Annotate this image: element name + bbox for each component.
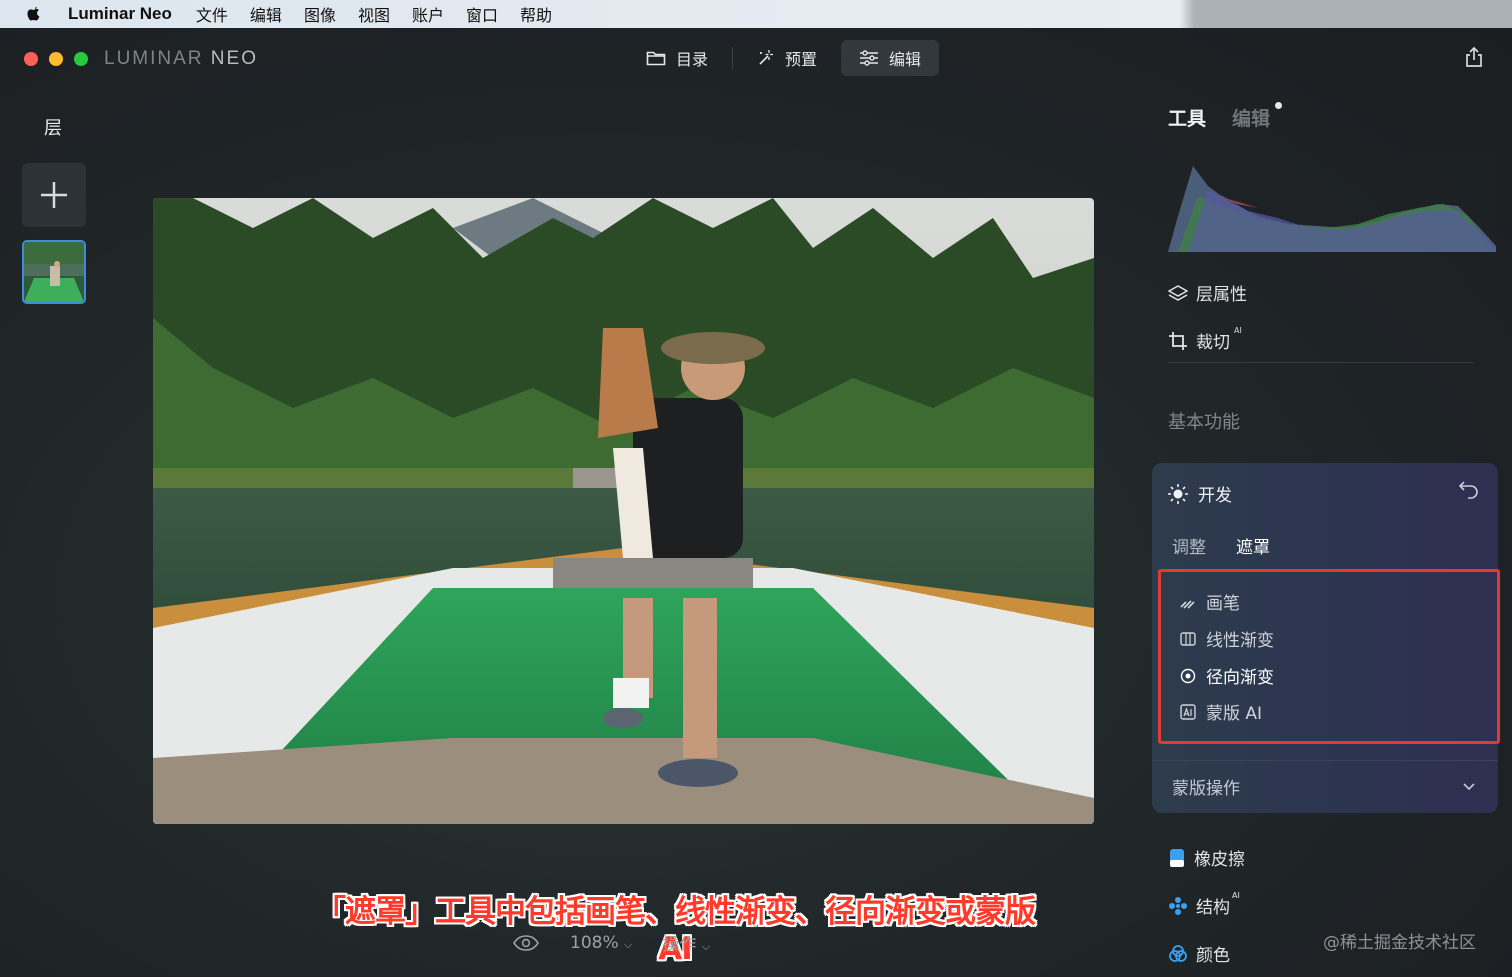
right-panel-tabs: 工具 编辑 bbox=[1168, 102, 1283, 131]
tool-color-label: 颜色 bbox=[1196, 946, 1230, 966]
histogram bbox=[1168, 156, 1496, 252]
tab-presets[interactable]: 预置 bbox=[739, 40, 835, 76]
layers-title: 层 bbox=[44, 118, 62, 139]
app-logo: LUMINAR NEO bbox=[104, 48, 258, 70]
watermark: @稀土掘金技术社区 bbox=[1323, 933, 1476, 953]
layer-thumbnail[interactable] bbox=[22, 240, 86, 304]
bottom-toolbar: 108% ⌵ 操作 ⌵ bbox=[512, 930, 710, 955]
tab-catalog-label: 目录 bbox=[676, 50, 709, 69]
menu-bar: Luminar Neo 文件 编辑 图像 视图 账户 窗口 帮助 bbox=[0, 0, 1512, 28]
chevron-down-icon bbox=[1463, 782, 1475, 790]
share-icon[interactable] bbox=[1464, 46, 1484, 68]
crop-ai-badge: AI bbox=[1234, 326, 1242, 335]
tab-presets-label: 预置 bbox=[785, 50, 818, 69]
plus-icon bbox=[41, 182, 67, 208]
zoom-value: 108% bbox=[570, 932, 619, 953]
photo-image bbox=[153, 198, 1094, 824]
menu-account[interactable]: 账户 bbox=[412, 2, 444, 26]
zoom-dropdown[interactable]: 108% ⌵ bbox=[570, 933, 632, 953]
tool-eraser[interactable]: 橡皮擦 bbox=[1168, 845, 1245, 870]
mask-radial-gradient-item[interactable]: 径向渐变 bbox=[1180, 663, 1274, 688]
crop-label: 裁切 bbox=[1196, 333, 1230, 353]
actions-dropdown[interactable]: 操作 ⌵ bbox=[662, 930, 710, 955]
menu-edit[interactable]: 编辑 bbox=[250, 2, 282, 26]
structure-ai-badge: AI bbox=[1232, 891, 1240, 900]
menu-app-name[interactable]: Luminar Neo bbox=[68, 4, 172, 24]
layer-thumbnail-image bbox=[24, 242, 84, 302]
layer-properties-item[interactable]: 层属性 bbox=[1168, 280, 1247, 305]
app-window: LUMINAR NEO 目录 预置 编辑 层 「遮罩」工具中包括画笔、线性渐变、… bbox=[0, 28, 1512, 977]
tab-edit-label: 编辑 bbox=[889, 50, 922, 69]
tool-eraser-label: 橡皮擦 bbox=[1194, 850, 1245, 870]
section-basic-title: 基本功能 bbox=[1168, 412, 1240, 433]
crop-item[interactable]: 裁切 AI bbox=[1168, 326, 1242, 353]
color-icon bbox=[1169, 944, 1187, 962]
chevron-down-icon: ⌵ bbox=[624, 937, 633, 951]
sliders-icon bbox=[860, 50, 879, 66]
logo-neo: NEO bbox=[210, 48, 258, 69]
mask-radial-gradient-label: 径向渐变 bbox=[1206, 668, 1274, 688]
mask-ai-icon bbox=[1180, 703, 1196, 720]
panel-divider bbox=[1168, 362, 1474, 363]
mask-linear-gradient-label: 线性渐变 bbox=[1206, 631, 1274, 651]
mask-operations-label: 蒙版操作 bbox=[1172, 779, 1240, 799]
menu-view[interactable]: 视图 bbox=[358, 2, 390, 26]
layer-properties-label: 层属性 bbox=[1196, 285, 1247, 305]
mask-ai-label: 蒙版 AI bbox=[1206, 704, 1263, 724]
edits-indicator-dot bbox=[1275, 102, 1283, 109]
close-window-button[interactable] bbox=[24, 52, 38, 66]
zoom-window-button[interactable] bbox=[74, 52, 88, 66]
radial-gradient-icon bbox=[1180, 668, 1196, 683]
tab-catalog[interactable]: 目录 bbox=[628, 40, 726, 76]
nav-divider bbox=[732, 47, 734, 69]
mask-brush-label: 画笔 bbox=[1206, 594, 1240, 614]
sparkle-icon bbox=[759, 50, 774, 65]
top-navigation: 目录 预置 编辑 bbox=[628, 40, 940, 76]
tab-edits-label: 编辑 bbox=[1232, 108, 1271, 130]
menu-image[interactable]: 图像 bbox=[304, 2, 336, 26]
tool-structure-label: 结构 bbox=[1196, 898, 1230, 918]
undo-icon[interactable] bbox=[1458, 479, 1480, 499]
actions-label: 操作 bbox=[662, 935, 697, 955]
sun-icon bbox=[1168, 483, 1188, 504]
tab-edit[interactable]: 编辑 bbox=[841, 40, 940, 76]
tab-tools[interactable]: 工具 bbox=[1168, 104, 1206, 131]
eraser-icon bbox=[1170, 848, 1184, 867]
develop-title: 开发 bbox=[1198, 486, 1232, 506]
tool-structure[interactable]: 结构 AI bbox=[1168, 891, 1240, 918]
subtab-adjust[interactable]: 调整 bbox=[1172, 533, 1206, 558]
eye-icon[interactable] bbox=[512, 934, 540, 952]
subtab-mask[interactable]: 遮罩 bbox=[1236, 533, 1270, 558]
brush-icon bbox=[1180, 599, 1195, 609]
minimize-window-button[interactable] bbox=[49, 52, 63, 66]
tab-edits[interactable]: 编辑 bbox=[1232, 102, 1283, 131]
structure-icon bbox=[1169, 896, 1187, 915]
logo-luminar: LUMINAR bbox=[104, 48, 204, 69]
crop-icon bbox=[1169, 331, 1187, 350]
add-layer-button[interactable] bbox=[22, 163, 86, 227]
menu-file[interactable]: 文件 bbox=[196, 2, 228, 26]
develop-subtabs: 调整 遮罩 bbox=[1172, 533, 1270, 558]
apple-icon[interactable] bbox=[26, 5, 42, 23]
develop-header[interactable]: 开发 bbox=[1168, 481, 1232, 506]
mask-brush-item[interactable]: 画笔 bbox=[1180, 589, 1240, 614]
menu-help[interactable]: 帮助 bbox=[520, 2, 552, 26]
main-photo-canvas[interactable] bbox=[153, 198, 1094, 824]
layers-icon bbox=[1168, 284, 1188, 301]
chevron-down-icon: ⌵ bbox=[701, 940, 711, 953]
linear-gradient-icon bbox=[1180, 631, 1196, 646]
mask-operations-dropdown[interactable]: 蒙版操作 bbox=[1152, 760, 1498, 812]
menu-window[interactable]: 窗口 bbox=[466, 2, 498, 26]
tool-color[interactable]: 颜色 bbox=[1168, 941, 1230, 966]
folder-icon bbox=[646, 51, 666, 66]
mask-linear-gradient-item[interactable]: 线性渐变 bbox=[1180, 626, 1274, 651]
mask-ai-item[interactable]: 蒙版 AI bbox=[1180, 699, 1262, 724]
